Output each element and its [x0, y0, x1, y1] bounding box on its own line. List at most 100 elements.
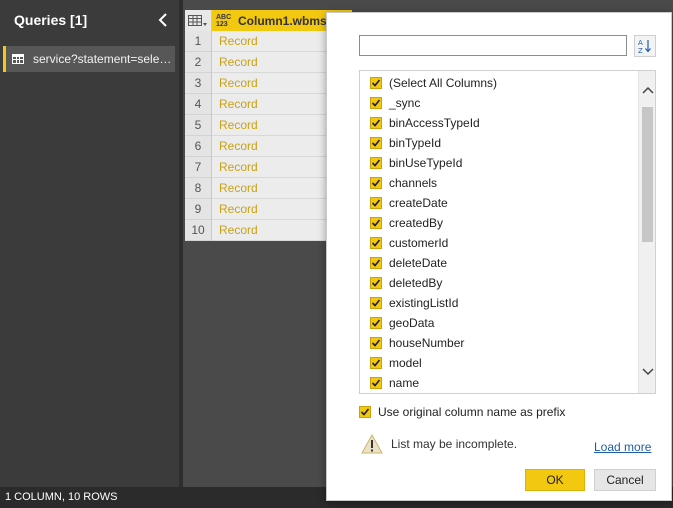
column-label: houseNumber	[389, 336, 465, 350]
column-list-item[interactable]: existingListId	[370, 293, 458, 313]
type-badge-text: ABC 123	[216, 13, 232, 28]
column-list-item[interactable]: binUseTypeId	[370, 153, 462, 173]
column-list-item[interactable]: geoData	[370, 313, 434, 333]
checkbox[interactable]	[370, 377, 382, 389]
scroll-thumb[interactable]	[642, 107, 653, 242]
query-item[interactable]: service?statement=selec...	[3, 46, 175, 72]
use-prefix-checkbox[interactable]: Use original column name as prefix	[359, 405, 565, 419]
checkbox[interactable]	[370, 157, 382, 169]
row-number[interactable]: 4	[185, 94, 212, 115]
checkmark-icon	[371, 99, 381, 107]
incomplete-warning: List may be incomplete.	[361, 434, 517, 454]
checkbox[interactable]	[370, 77, 382, 89]
checkmark-icon	[371, 299, 381, 307]
checkmark-icon	[360, 408, 370, 416]
column-list-item[interactable]: createDate	[370, 193, 448, 213]
column-label: binUseTypeId	[389, 156, 463, 170]
use-prefix-label: Use original column name as prefix	[378, 405, 566, 419]
table-menu-button[interactable]	[185, 10, 212, 31]
row-number[interactable]: 9	[185, 199, 212, 220]
scroll-down-button[interactable]	[639, 365, 655, 379]
column-list-item[interactable]: customerId	[370, 233, 448, 253]
column-list-item[interactable]: _sync	[370, 93, 420, 113]
row-number[interactable]: 3	[185, 73, 212, 94]
checkmark-icon	[371, 199, 381, 207]
column-list-item[interactable]: houseNumber	[370, 333, 464, 353]
column-label: createDate	[389, 196, 448, 210]
column-label: deleteDate	[389, 256, 448, 270]
cancel-button[interactable]: Cancel	[594, 469, 656, 491]
load-more-link[interactable]: Load more	[594, 440, 651, 454]
checkmark-icon	[371, 79, 381, 87]
column-list-item[interactable]: channels	[370, 173, 437, 193]
column-label: geoData	[389, 316, 435, 330]
queries-pane: Queries [1] service?statement=selec...	[0, 0, 179, 487]
checkbox[interactable]	[370, 337, 382, 349]
checkbox[interactable]	[370, 357, 382, 369]
column-list-item[interactable]: model	[370, 353, 422, 373]
checkmark-icon	[371, 239, 381, 247]
type-badge: ABC 123	[216, 14, 234, 28]
column-list-item[interactable]: name	[370, 373, 419, 393]
column-list-item[interactable]: deletedBy	[370, 273, 442, 293]
column-list-item[interactable]: (Select All Columns)	[370, 73, 497, 93]
row-number[interactable]: 7	[185, 157, 212, 178]
column-list-item[interactable]: binAccessTypeId	[370, 113, 480, 133]
checkmark-icon	[371, 279, 381, 287]
checkbox[interactable]	[370, 137, 382, 149]
column-label: (Select All Columns)	[389, 76, 498, 90]
status-text: 1 COLUMN, 10 ROWS	[5, 491, 118, 503]
expand-column-popup: A Z (Select All Columns) _sync binAccessTy…	[326, 12, 672, 501]
chevron-down-icon	[641, 368, 654, 376]
row-number[interactable]: 10	[185, 220, 212, 241]
sort-button[interactable]: A Z	[634, 35, 656, 57]
column-list-scrollbar[interactable]	[638, 71, 655, 393]
warning-text: List may be incomplete.	[391, 437, 518, 451]
row-number[interactable]: 1	[185, 31, 212, 52]
column-label: binTypeId	[389, 136, 442, 150]
checkmark-icon	[371, 359, 381, 367]
checkmark-icon	[371, 379, 381, 387]
checkbox[interactable]	[359, 406, 371, 418]
checkbox[interactable]	[370, 97, 382, 109]
checkmark-icon	[371, 119, 381, 127]
row-number[interactable]: 6	[185, 136, 212, 157]
table-icon	[188, 14, 207, 26]
checkbox[interactable]	[370, 257, 382, 269]
checkbox[interactable]	[370, 277, 382, 289]
svg-text:Z: Z	[638, 47, 643, 54]
checkbox[interactable]	[370, 237, 382, 249]
chevron-up-icon	[641, 86, 654, 94]
column-label: model	[389, 356, 422, 370]
checkmark-icon	[371, 159, 381, 167]
sort-az-icon: A Z	[638, 39, 651, 54]
column-list-item[interactable]: deleteDate	[370, 253, 447, 273]
column-label: customerId	[389, 236, 449, 250]
checkbox[interactable]	[370, 197, 382, 209]
queries-header: Queries [1]	[0, 0, 179, 40]
column-label: name	[389, 376, 420, 390]
column-label: channels	[389, 176, 438, 190]
ok-button[interactable]: OK	[525, 469, 585, 491]
checkbox[interactable]	[370, 117, 382, 129]
checkmark-icon	[371, 259, 381, 267]
checkbox[interactable]	[370, 217, 382, 229]
table-icon	[12, 54, 24, 64]
row-number[interactable]: 5	[185, 115, 212, 136]
query-item-label: service?statement=selec...	[33, 52, 175, 66]
svg-text:A: A	[638, 39, 643, 47]
column-label: binAccessTypeId	[389, 116, 480, 130]
column-search-input[interactable]	[359, 35, 627, 56]
row-number[interactable]: 2	[185, 52, 212, 73]
column-label: existingListId	[389, 296, 459, 310]
row-number[interactable]: 8	[185, 178, 212, 199]
checkbox[interactable]	[370, 297, 382, 309]
chevron-left-icon	[158, 13, 167, 27]
collapse-queries-button[interactable]	[155, 10, 171, 30]
checkmark-icon	[371, 339, 381, 347]
column-list-item[interactable]: createdBy	[370, 213, 443, 233]
checkbox[interactable]	[370, 177, 382, 189]
scroll-up-button[interactable]	[639, 83, 655, 97]
column-list-item[interactable]: binTypeId	[370, 133, 441, 153]
checkbox[interactable]	[370, 317, 382, 329]
